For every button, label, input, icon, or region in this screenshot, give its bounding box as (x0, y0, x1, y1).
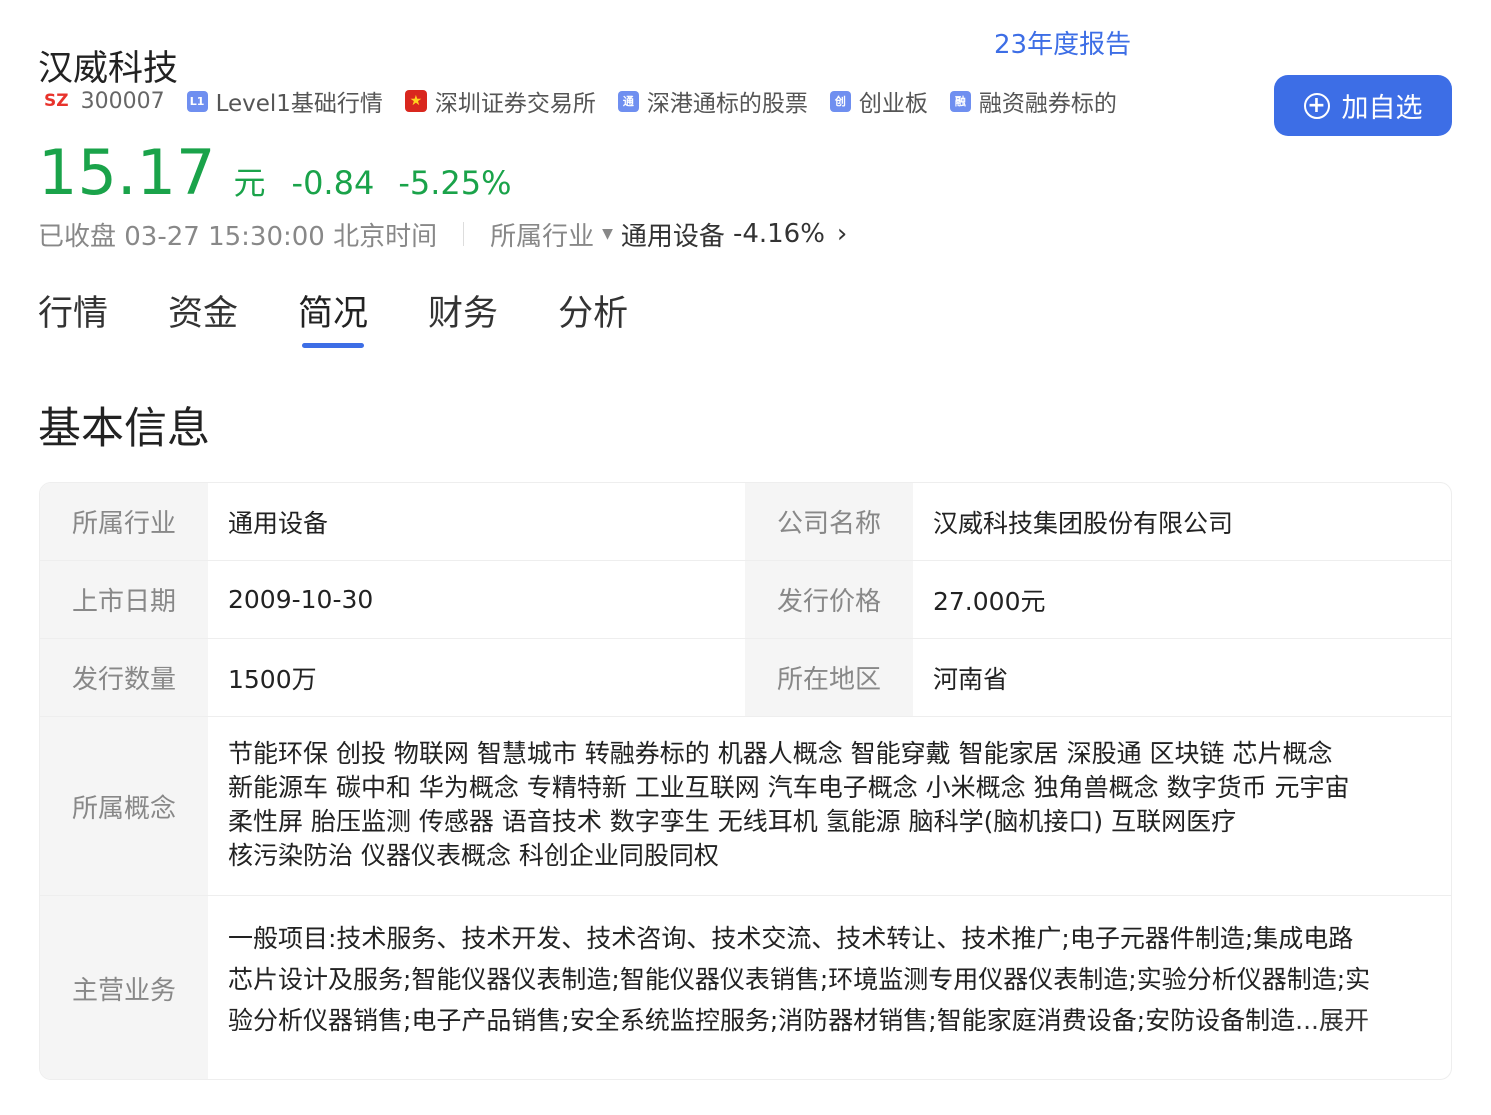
tag-level1: L1 Level1基础行情 (186, 84, 383, 118)
stock-code: 300007 (80, 88, 165, 114)
tag-chinext: 创创业板 (829, 84, 928, 118)
market-status: 已收盘 03-27 15:30:00 北京时间 (38, 221, 438, 252)
current-price: 15.17 (38, 136, 216, 209)
margin-icon: 融 (949, 90, 971, 112)
status-row: 已收盘 03-27 15:30:00 北京时间 所属行业 ▼ 通用设备 -4.1… (38, 216, 847, 252)
level1-icon: L1 (186, 90, 208, 112)
price-change: -0.84 (291, 164, 375, 202)
connect-icon: 通 (617, 90, 639, 112)
tab-profile[interactable]: 简况 (298, 285, 368, 348)
info-value: 河南省 (933, 664, 1009, 694)
business-line: 验分析仪器销售;电子产品销售;安全系统监控服务;消防器材销售;智能家庭消费设备;… (228, 1000, 1433, 1041)
info-label: 公司名称 (745, 483, 913, 560)
info-label: 所在地区 (745, 639, 913, 716)
market-badge: SZ (44, 91, 69, 111)
info-label: 发行价格 (745, 561, 913, 638)
info-value: 通用设备 (228, 508, 329, 538)
table-row: 所属行业 通用设备 公司名称 汉威科技集团股份有限公司 (40, 483, 1451, 561)
caret-down-icon[interactable]: ▼ (602, 226, 613, 242)
table-row: 所属概念 节能环保 创投 物联网 智慧城市 转融券标的 机器人概念 智能穿戴 智… (40, 717, 1451, 896)
price-unit: 元 (233, 164, 266, 202)
info-label: 所属行业 (40, 483, 208, 560)
tag-connect: 通深港通标的股票 (617, 84, 808, 118)
section-title: 基本信息 (38, 404, 210, 454)
stock-name: 汉威科技 (38, 49, 179, 89)
chinext-icon: 创 (829, 90, 851, 112)
table-row: 主营业务 一般项目:技术服务、技术开发、技术咨询、技术交流、技术转让、技术推广;… (40, 896, 1451, 1079)
tag-label: 创业板 (858, 91, 928, 117)
price-change-pct: -5.25% (398, 164, 512, 202)
tag-label: 融资融券标的 (978, 91, 1117, 117)
tag-exchange: ★ 深圳证券交易所 (404, 84, 596, 118)
tag-label: Level1基础行情 (215, 91, 383, 117)
info-label: 所属概念 (40, 717, 208, 895)
tag-label: 深港通标的股票 (646, 91, 808, 117)
info-label: 主营业务 (40, 896, 208, 1079)
table-row: 发行数量 1500万 所在地区 河南省 (40, 639, 1451, 717)
industry-change-pct: -4.16% (732, 219, 825, 249)
info-value: 2009-10-30 (228, 585, 374, 614)
tag-label: 深圳证券交易所 (434, 91, 596, 117)
info-value: 汉威科技集团股份有限公司 (933, 508, 1234, 538)
info-value: 1500万 (228, 664, 317, 694)
business-value: 一般项目:技术服务、技术开发、技术咨询、技术交流、技术转让、技术推广;电子元器件… (208, 896, 1451, 1079)
tab-finance[interactable]: 财务 (428, 285, 498, 336)
price-row: 15.17 元 -0.84 -5.25% (38, 136, 512, 209)
info-label: 发行数量 (40, 639, 208, 716)
plus-circle-icon: + (1303, 92, 1330, 119)
concepts-line: 新能源车 碳中和 华为概念 专精特新 工业互联网 汽车电子概念 小米概念 独角兽… (228, 773, 1350, 802)
business-line: 芯片设计及服务;智能仪器仪表制造;智能仪器仪表销售;环境监测专用仪器仪表制造;实… (228, 965, 1371, 994)
tag-margin: 融融资融券标的 (949, 84, 1117, 118)
industry-name-link[interactable]: 通用设备 (621, 216, 725, 253)
china-flag-icon: ★ (404, 90, 427, 112)
industry-dropdown-label[interactable]: 所属行业 (490, 216, 594, 253)
concepts-value: 节能环保 创投 物联网 智慧城市 转融券标的 机器人概念 智能穿戴 智能家居 深… (208, 717, 1451, 895)
concepts-line: 柔性屏 胎压监测 传感器 语音技术 数字孪生 无线耳机 氢能源 脑科学(脑机接口… (228, 807, 1237, 836)
concepts-line: 核污染防治 仪器仪表概念 科创企业同股同权 (228, 841, 719, 870)
info-value: 27.000元 (933, 586, 1046, 616)
annual-report-link[interactable]: 23年度报告 (994, 24, 1131, 61)
chevron-right-icon[interactable]: › (837, 219, 847, 249)
add-watchlist-button[interactable]: + 加自选 (1274, 75, 1452, 136)
add-button-label: 加自选 (1341, 93, 1423, 124)
tab-market[interactable]: 行情 (38, 285, 108, 336)
tab-analysis[interactable]: 分析 (558, 285, 628, 336)
tab-bar: 行情 资金 简况 财务 分析 (38, 285, 688, 348)
stock-tags: SZ 300007 L1 Level1基础行情 ★ 深圳证券交易所 通深港通标的股票… (44, 84, 1139, 118)
table-row: 上市日期 2009-10-30 发行价格 27.000元 (40, 561, 1451, 639)
expand-link[interactable]: ...展开 (1295, 1006, 1369, 1035)
business-line-text: 验分析仪器销售;电子产品销售;安全系统监控服务;消防器材销售;智能家庭消费设备;… (228, 1006, 1296, 1035)
info-label: 上市日期 (40, 561, 208, 638)
concepts-line: 节能环保 创投 物联网 智慧城市 转融券标的 机器人概念 智能穿戴 智能家居 深… (228, 739, 1333, 768)
tab-funds[interactable]: 资金 (168, 285, 238, 336)
business-line: 一般项目:技术服务、技术开发、技术咨询、技术交流、技术转让、技术推广;电子元器件… (228, 924, 1354, 953)
basic-info-table: 所属行业 通用设备 公司名称 汉威科技集团股份有限公司 上市日期 2009-10… (39, 482, 1452, 1080)
divider (463, 222, 465, 246)
